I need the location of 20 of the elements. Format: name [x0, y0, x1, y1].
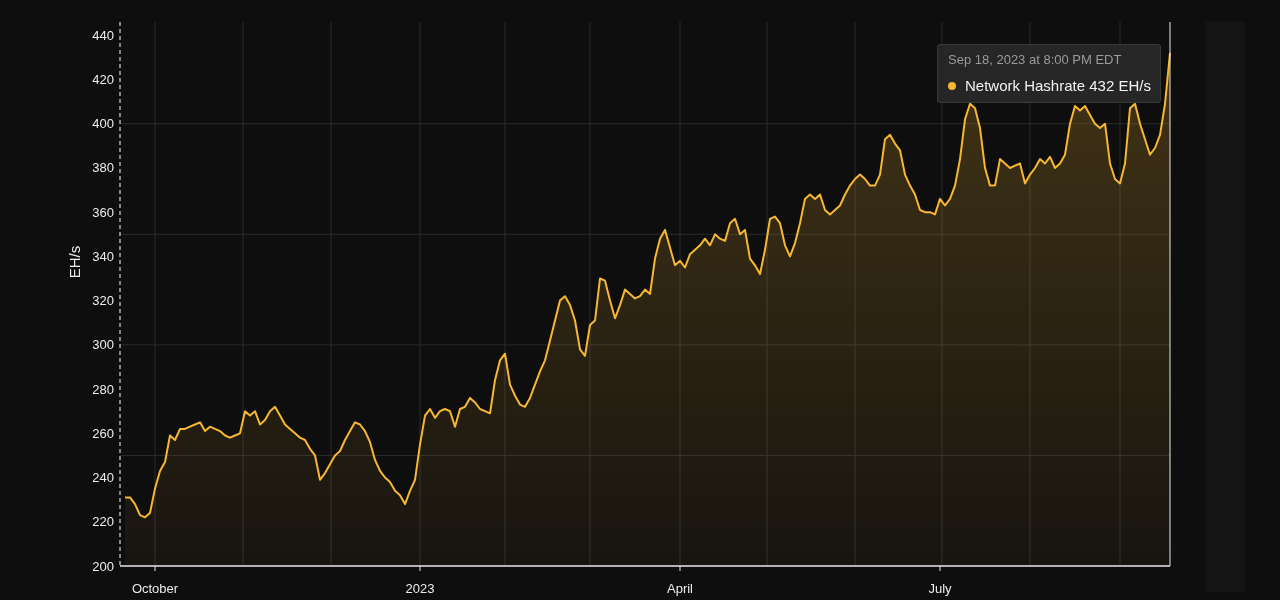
y-tick-label: 400	[92, 116, 114, 132]
y-tick-label: 420	[92, 72, 114, 87]
y-axis-label: EH/s	[66, 245, 83, 279]
x-tick-label: 2023	[405, 581, 435, 596]
y-tick-label: 380	[92, 160, 114, 176]
y-tick-label: 240	[92, 470, 114, 486]
y-tick-label: 320	[92, 293, 114, 309]
x-tick-label: October	[131, 581, 179, 596]
y-tick-label: 300	[92, 337, 114, 353]
y-tick-label: 340	[92, 248, 114, 264]
tooltip-value: Network Hashrate 432 EH/s	[965, 77, 1151, 94]
y-tick-label: 360	[92, 204, 114, 220]
y-tick-label: 200	[92, 558, 114, 574]
y-tick-label: 280	[92, 381, 114, 397]
y-tick-label: 260	[92, 425, 114, 441]
y-tick-label: 220	[92, 514, 114, 530]
x-tick-label: July	[928, 581, 952, 596]
y-tick-label: 440	[92, 27, 114, 43]
x-tick-label: April	[667, 581, 693, 596]
tooltip-timestamp: Sep 18, 2023 at 8:00 PM EDT	[948, 52, 1123, 67]
